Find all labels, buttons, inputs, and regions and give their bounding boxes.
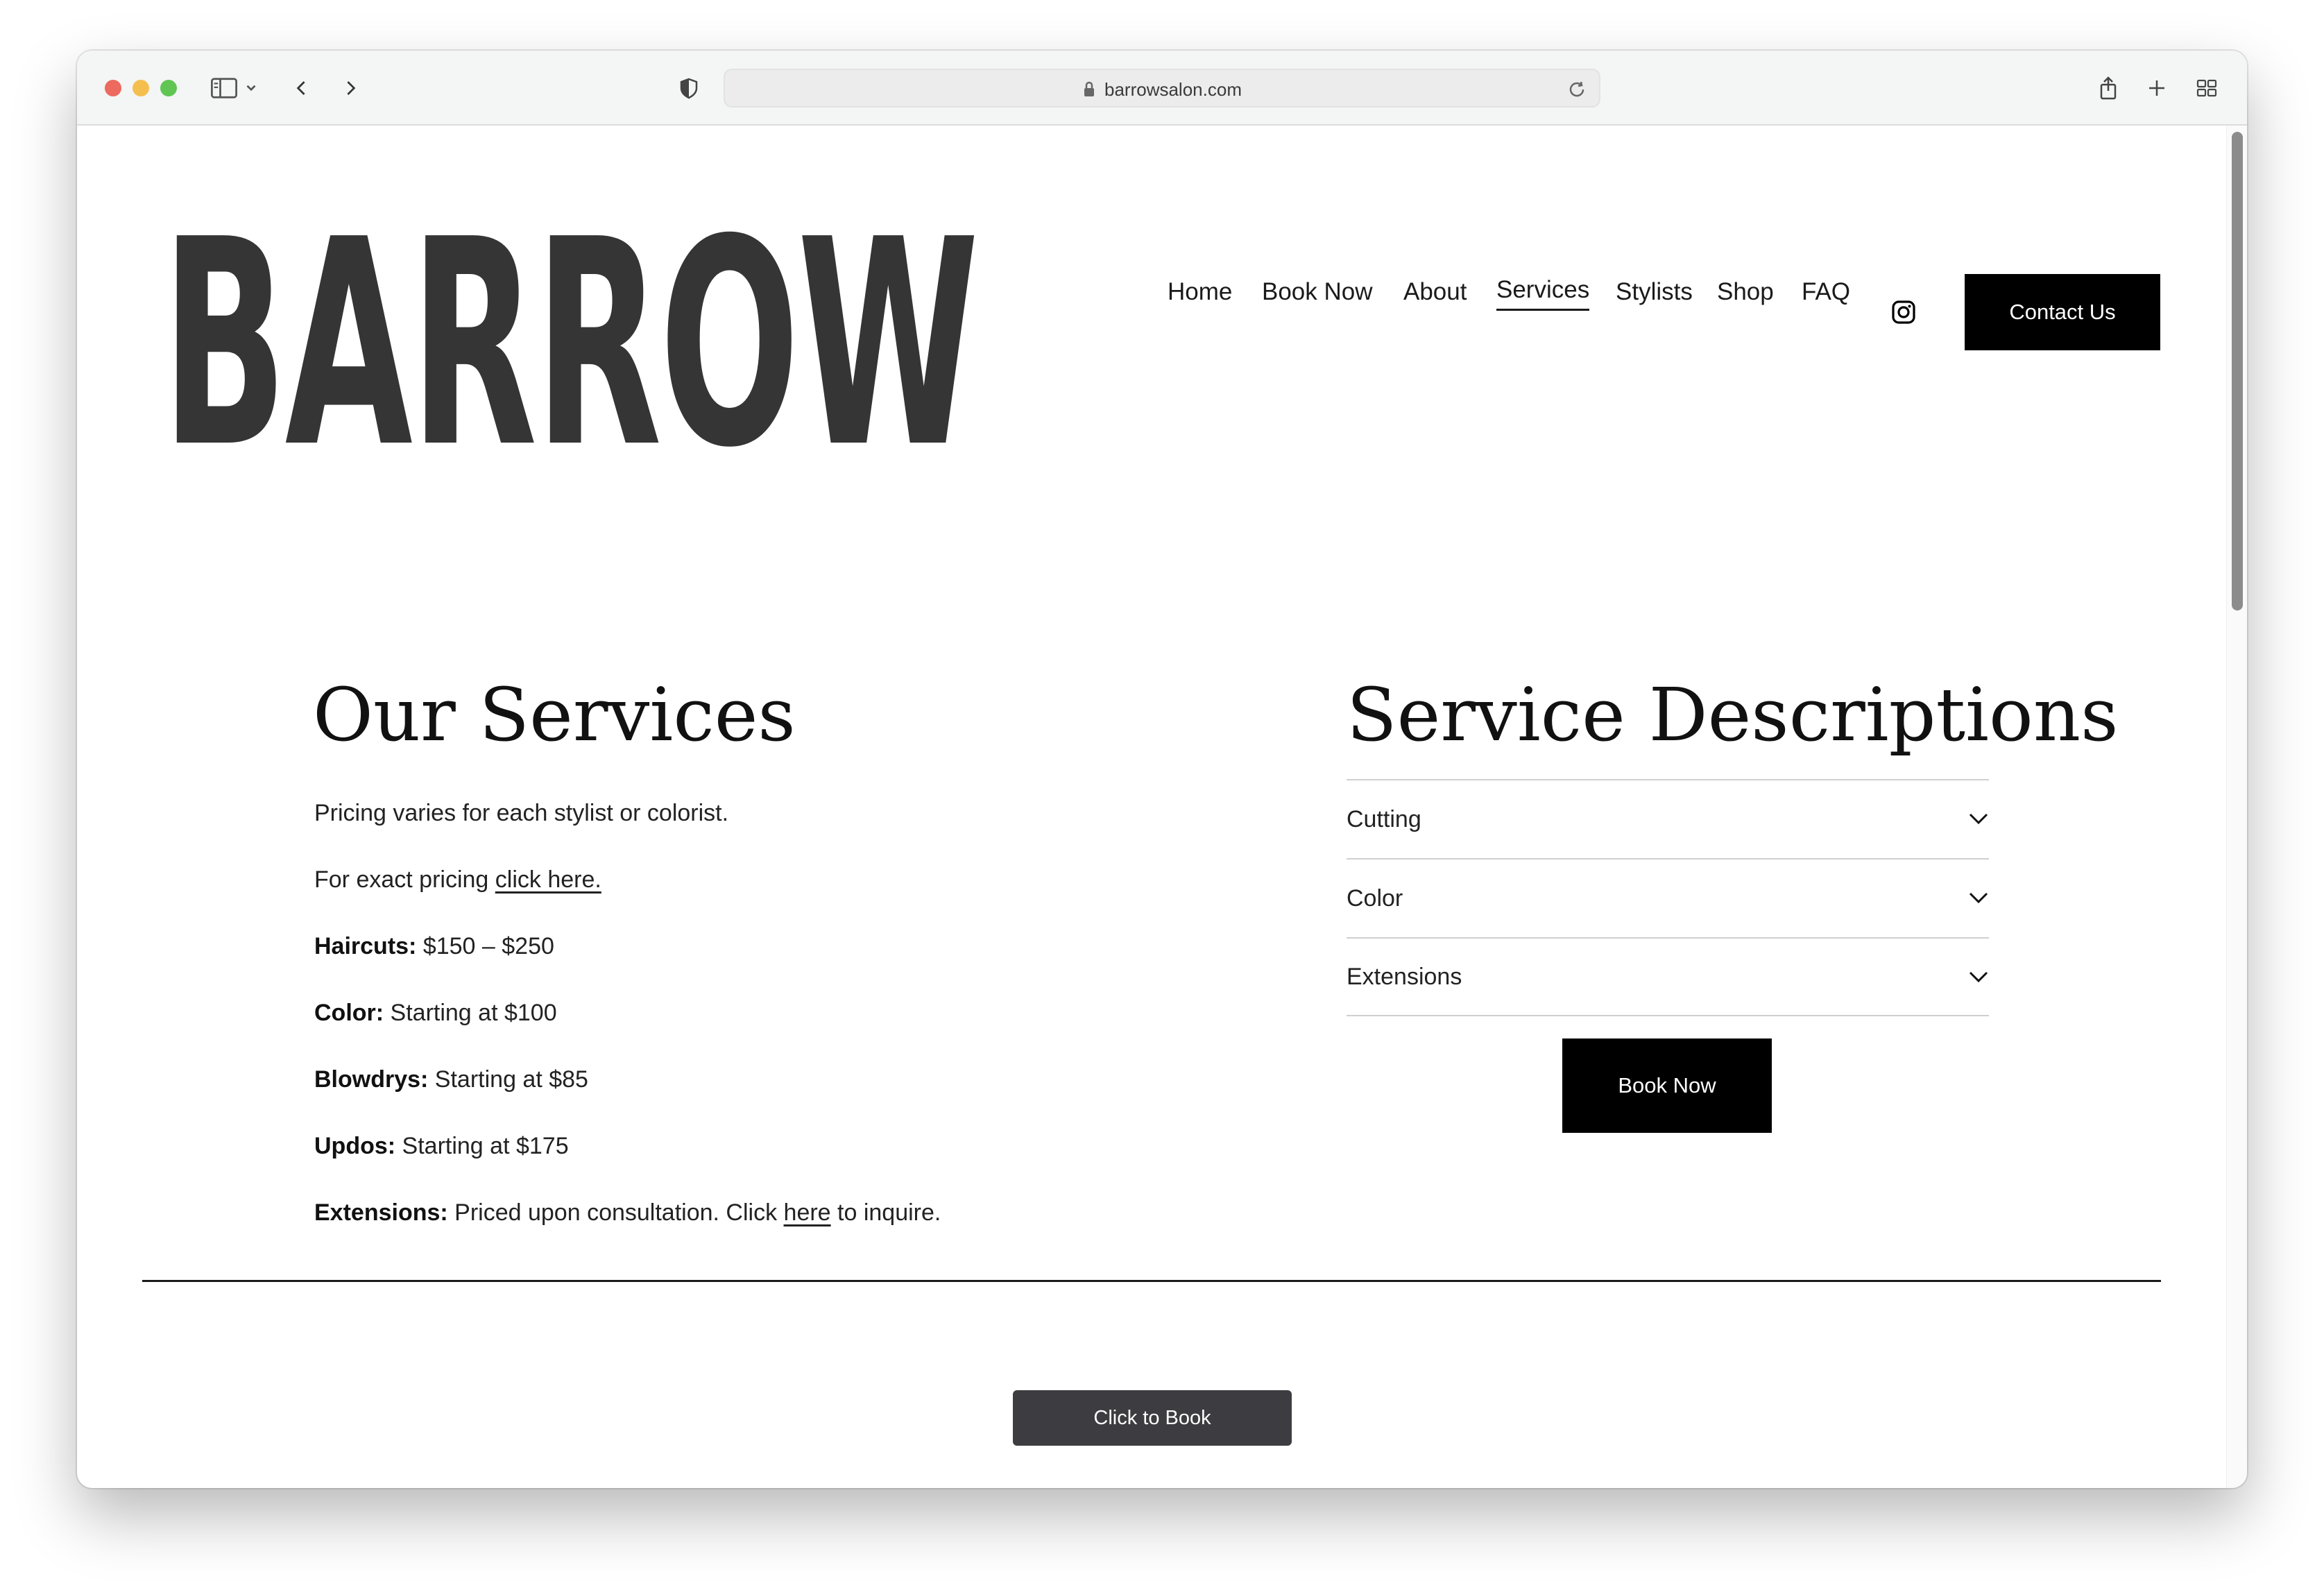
reload-icon[interactable] xyxy=(1566,78,1588,101)
book-now-button[interactable]: Book Now xyxy=(1562,1038,1772,1133)
service-descriptions-heading: Service Descriptions xyxy=(1347,672,2119,758)
nav-home[interactable]: Home xyxy=(1168,271,1232,313)
nav-faq[interactable]: FAQ xyxy=(1802,271,1850,313)
nav-about[interactable]: About xyxy=(1403,271,1467,313)
url-text: barrowsalon.com xyxy=(1104,78,1242,100)
browser-toolbar: barrowsalon.com xyxy=(77,51,2247,126)
accordion-label: Extensions xyxy=(1347,963,1462,990)
instagram-icon[interactable] xyxy=(1891,300,1916,325)
chevron-down-icon[interactable] xyxy=(243,71,259,105)
extensions-inquire-link[interactable]: here xyxy=(784,1199,831,1226)
section-divider xyxy=(142,1280,2161,1282)
service-accordion: Cutting Color Extensions xyxy=(1347,779,1989,1016)
service-price-color: Color: Starting at $100 xyxy=(314,1000,557,1026)
accordion-item-cutting[interactable]: Cutting xyxy=(1347,779,1989,858)
site-logo[interactable]: BARROW xyxy=(162,202,980,486)
service-price-haircuts: Haircuts: $150 – $250 xyxy=(314,933,554,959)
accordion-item-extensions[interactable]: Extensions xyxy=(1347,937,1989,1016)
sidebar-icon[interactable] xyxy=(209,71,239,105)
service-price-updos: Updos: Starting at $175 xyxy=(314,1133,569,1159)
browser-window: barrowsalon.com BARROW Home Book Now Abo… xyxy=(77,51,2247,1488)
nav-book-now[interactable]: Book Now xyxy=(1262,271,1373,313)
accordion-label: Cutting xyxy=(1347,805,1421,832)
close-window-button[interactable] xyxy=(105,80,121,96)
chevron-down-icon xyxy=(1969,892,1988,904)
zoom-window-button[interactable] xyxy=(160,80,177,96)
accordion-item-color[interactable]: Color xyxy=(1347,858,1989,937)
accordion-label: Color xyxy=(1347,884,1403,912)
click-here-link[interactable]: click here. xyxy=(495,866,601,893)
address-bar[interactable]: barrowsalon.com xyxy=(724,69,1600,108)
minimize-window-button[interactable] xyxy=(133,80,149,96)
service-price-extensions: Extensions: Priced upon consultation. Cl… xyxy=(314,1199,941,1226)
chevron-down-icon xyxy=(1969,971,1988,983)
click-to-book-button[interactable]: Click to Book xyxy=(1013,1390,1292,1446)
service-price-blowdrys: Blowdrys: Starting at $85 xyxy=(314,1066,588,1093)
pricing-note: Pricing varies for each stylist or color… xyxy=(314,800,729,826)
privacy-shield-icon[interactable] xyxy=(675,71,703,105)
scrollbar-thumb[interactable] xyxy=(2232,132,2243,610)
lock-icon xyxy=(1084,81,1094,96)
pricing-link-line: For exact pricing click here. xyxy=(314,866,601,893)
nav-stylists[interactable]: Stylists xyxy=(1616,271,1693,313)
forward-arrow-icon[interactable] xyxy=(338,71,363,105)
contact-us-button[interactable]: Contact Us xyxy=(1965,274,2160,350)
our-services-heading: Our Services xyxy=(313,672,796,758)
back-arrow-icon[interactable] xyxy=(289,71,314,105)
new-tab-icon[interactable] xyxy=(2143,71,2171,105)
chevron-down-icon xyxy=(1969,813,1988,825)
tab-overview-icon[interactable] xyxy=(2193,71,2221,105)
nav-services[interactable]: Services xyxy=(1496,271,1590,311)
share-icon[interactable] xyxy=(2094,71,2122,105)
nav-shop[interactable]: Shop xyxy=(1717,271,1774,313)
